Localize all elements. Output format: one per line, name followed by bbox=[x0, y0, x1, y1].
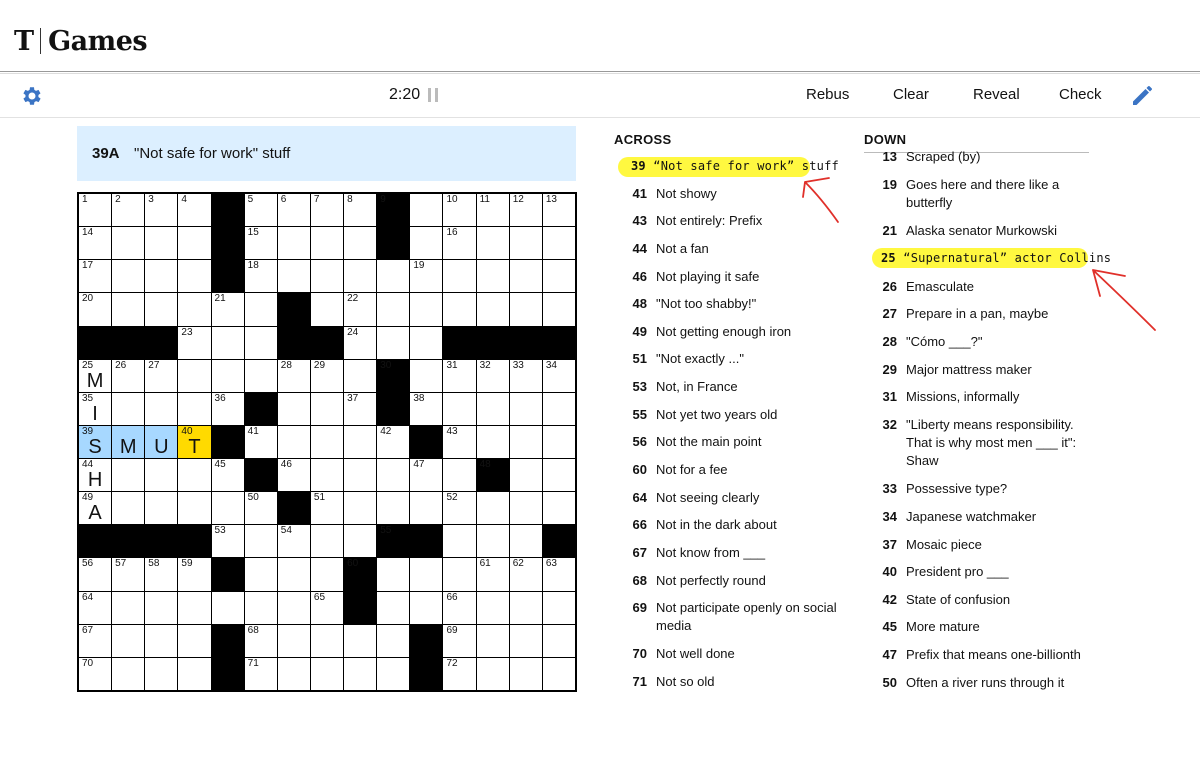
red-arrow-annotations bbox=[802, 177, 1156, 331]
arrow-to-down-25 bbox=[1092, 269, 1156, 331]
arrow-to-across-39 bbox=[802, 177, 839, 223]
